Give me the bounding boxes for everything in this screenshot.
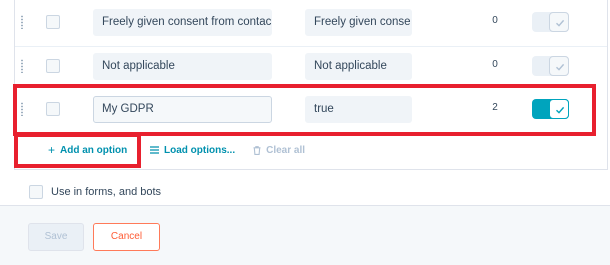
load-options-label: Load options...: [164, 144, 236, 156]
options-panel: Freely given consent from contact Freely…: [0, 0, 610, 205]
use-in-forms-checkbox[interactable]: [29, 185, 43, 199]
footer-bar: Save Cancel: [0, 205, 610, 265]
check-icon: [556, 63, 565, 71]
use-in-forms-label: Use in forms, and bots: [51, 186, 162, 198]
option-select-checkbox[interactable]: [46, 15, 60, 29]
add-option-button[interactable]: + Add an option: [48, 143, 127, 157]
toggle-knob: [549, 12, 569, 32]
row-divider: [15, 46, 607, 47]
options-actions: + Add an option: [48, 141, 145, 159]
drag-handle-icon[interactable]: [20, 15, 24, 29]
toggle-knob: [549, 56, 569, 76]
check-icon: [556, 19, 565, 27]
option-value-input[interactable]: Freely given consent: [305, 9, 412, 36]
options-actions-secondary: Load options... Clear all: [150, 141, 323, 159]
cancel-button[interactable]: Cancel: [93, 223, 160, 251]
option-value-input[interactable]: Not applicable: [305, 53, 412, 80]
option-label-input[interactable]: Not applicable: [93, 53, 272, 80]
add-option-label: Add an option: [60, 144, 128, 156]
load-options-button[interactable]: Load options...: [150, 145, 235, 156]
clear-all-button[interactable]: Clear all: [253, 145, 305, 156]
panel-border-right: [607, 0, 608, 170]
trash-icon: [253, 145, 261, 155]
use-in-forms-option[interactable]: Use in forms, and bots: [29, 185, 161, 199]
list-icon: [150, 146, 159, 154]
option-visible-toggle[interactable]: [532, 12, 569, 32]
drag-handle-icon[interactable]: [20, 59, 24, 73]
option-select-checkbox[interactable]: [46, 59, 60, 73]
option-label-input[interactable]: Freely given consent from contact: [93, 9, 272, 36]
option-usage-count: 0: [492, 59, 498, 70]
option-usage-count: 0: [492, 15, 498, 26]
plus-icon: +: [48, 143, 56, 157]
highlight-box-new-option: [13, 84, 596, 136]
save-button[interactable]: Save: [28, 223, 84, 251]
panel-divider: [14, 169, 608, 170]
option-visible-toggle[interactable]: [532, 56, 569, 76]
clear-all-label: Clear all: [266, 144, 306, 156]
